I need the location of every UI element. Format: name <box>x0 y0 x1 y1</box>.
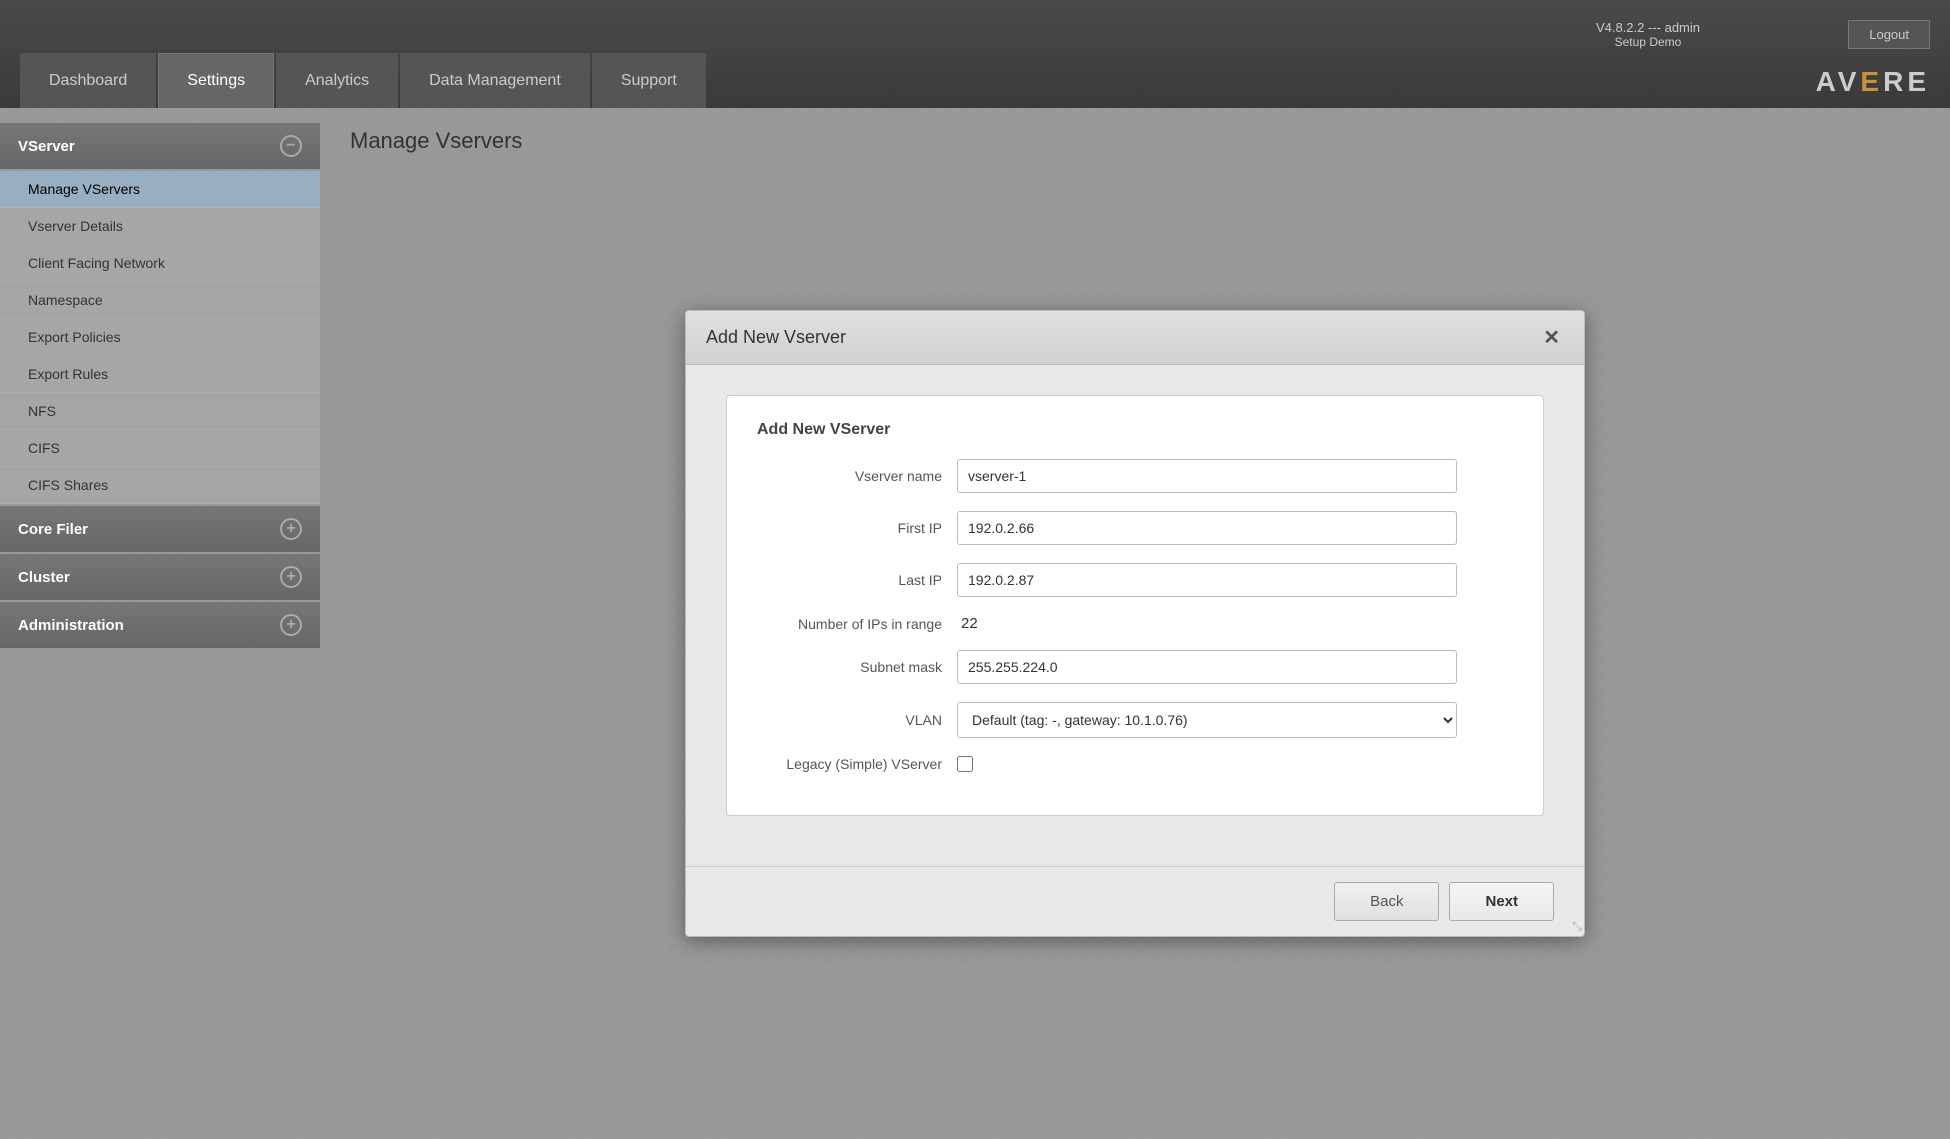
modal-title: Add New Vserver <box>706 327 846 348</box>
form-section-title: Add New VServer <box>757 421 1513 439</box>
sidebar: VServer − Manage VServers Vserver Detail… <box>0 108 320 1139</box>
last-ip-input[interactable] <box>957 563 1457 597</box>
resize-handle[interactable]: ⤡ <box>1572 919 1582 934</box>
sidebar-section-vserver: VServer − Manage VServers Vserver Detail… <box>0 123 320 504</box>
add-vserver-modal: Add New Vserver ✕ Add New VServer Vserve… <box>685 310 1585 937</box>
sidebar-item-vserver-details[interactable]: Vserver Details <box>0 208 320 245</box>
form-row-num-ips: Number of IPs in range 22 <box>757 615 1513 632</box>
vlan-label: VLAN <box>757 712 957 728</box>
sidebar-item-namespace[interactable]: Namespace <box>0 282 320 319</box>
sidebar-item-manage-vservers[interactable]: Manage VServers <box>0 171 320 208</box>
modal-header: Add New Vserver ✕ <box>686 311 1584 365</box>
modal-body: Add New VServer Vserver name First IP La… <box>686 365 1584 866</box>
close-icon[interactable]: ✕ <box>1539 325 1564 350</box>
form-section: Add New VServer Vserver name First IP La… <box>726 395 1544 816</box>
sidebar-section-header-core-filer[interactable]: Core Filer + <box>0 506 320 552</box>
vlan-select[interactable]: Default (tag: -, gateway: 10.1.0.76) <box>957 702 1457 738</box>
subnet-mask-label: Subnet mask <box>757 659 957 675</box>
sidebar-section-label-administration: Administration <box>18 617 124 634</box>
vserver-name-input[interactable] <box>957 459 1457 493</box>
sidebar-section-label-core-filer: Core Filer <box>18 521 88 538</box>
sidebar-section-header-vserver[interactable]: VServer − <box>0 123 320 169</box>
sidebar-section-core-filer: Core Filer + <box>0 506 320 552</box>
minus-icon: − <box>280 135 302 157</box>
legacy-checkbox[interactable] <box>957 756 973 772</box>
tab-support[interactable]: Support <box>592 53 706 108</box>
legacy-label: Legacy (Simple) VServer <box>757 756 957 772</box>
sidebar-item-export-rules[interactable]: Export Rules <box>0 356 320 393</box>
subnet-mask-input[interactable] <box>957 650 1457 684</box>
next-button[interactable]: Next <box>1449 882 1554 921</box>
plus-icon-core-filer: + <box>280 518 302 540</box>
sidebar-section-header-administration[interactable]: Administration + <box>0 602 320 648</box>
modal-footer: Back Next <box>686 866 1584 936</box>
sidebar-section-cluster: Cluster + <box>0 554 320 600</box>
num-ips-value: 22 <box>957 615 978 632</box>
nav-tabs: Dashboard Settings Analytics Data Manage… <box>20 0 708 108</box>
form-row-subnet-mask: Subnet mask <box>757 650 1513 684</box>
form-row-first-ip: First IP <box>757 511 1513 545</box>
form-row-legacy: Legacy (Simple) VServer <box>757 756 1513 772</box>
sidebar-section-header-cluster[interactable]: Cluster + <box>0 554 320 600</box>
form-row-vserver-name: Vserver name <box>757 459 1513 493</box>
vserver-name-label: Vserver name <box>757 468 957 484</box>
form-row-last-ip: Last IP <box>757 563 1513 597</box>
form-row-vlan: VLAN Default (tag: -, gateway: 10.1.0.76… <box>757 702 1513 738</box>
tab-dashboard[interactable]: Dashboard <box>20 53 156 108</box>
sidebar-item-client-facing-network[interactable]: Client Facing Network <box>0 245 320 282</box>
sidebar-item-cifs[interactable]: CIFS <box>0 430 320 467</box>
back-button[interactable]: Back <box>1334 882 1439 921</box>
modal-backdrop: Add New Vserver ✕ Add New VServer Vserve… <box>320 108 1950 1139</box>
last-ip-label: Last IP <box>757 572 957 588</box>
sidebar-item-cifs-shares[interactable]: CIFS Shares <box>0 467 320 504</box>
avere-logo: AVERE <box>1816 66 1930 98</box>
sidebar-section-administration: Administration + <box>0 602 320 648</box>
tab-analytics[interactable]: Analytics <box>276 53 398 108</box>
plus-icon-administration: + <box>280 614 302 636</box>
tab-data-management[interactable]: Data Management <box>400 53 590 108</box>
top-navigation: Dashboard Settings Analytics Data Manage… <box>0 0 1950 108</box>
num-ips-label: Number of IPs in range <box>757 616 957 632</box>
first-ip-label: First IP <box>757 520 957 536</box>
sidebar-item-nfs[interactable]: NFS <box>0 393 320 430</box>
tab-settings[interactable]: Settings <box>158 53 274 108</box>
sidebar-item-export-policies[interactable]: Export Policies <box>0 319 320 356</box>
sidebar-section-label-vserver: VServer <box>18 138 75 155</box>
first-ip-input[interactable] <box>957 511 1457 545</box>
logout-button[interactable]: Logout <box>1848 20 1930 49</box>
sidebar-section-label-cluster: Cluster <box>18 569 70 586</box>
version-info: V4.8.2.2 --- admin Setup Demo <box>1596 20 1700 49</box>
plus-icon-cluster: + <box>280 566 302 588</box>
